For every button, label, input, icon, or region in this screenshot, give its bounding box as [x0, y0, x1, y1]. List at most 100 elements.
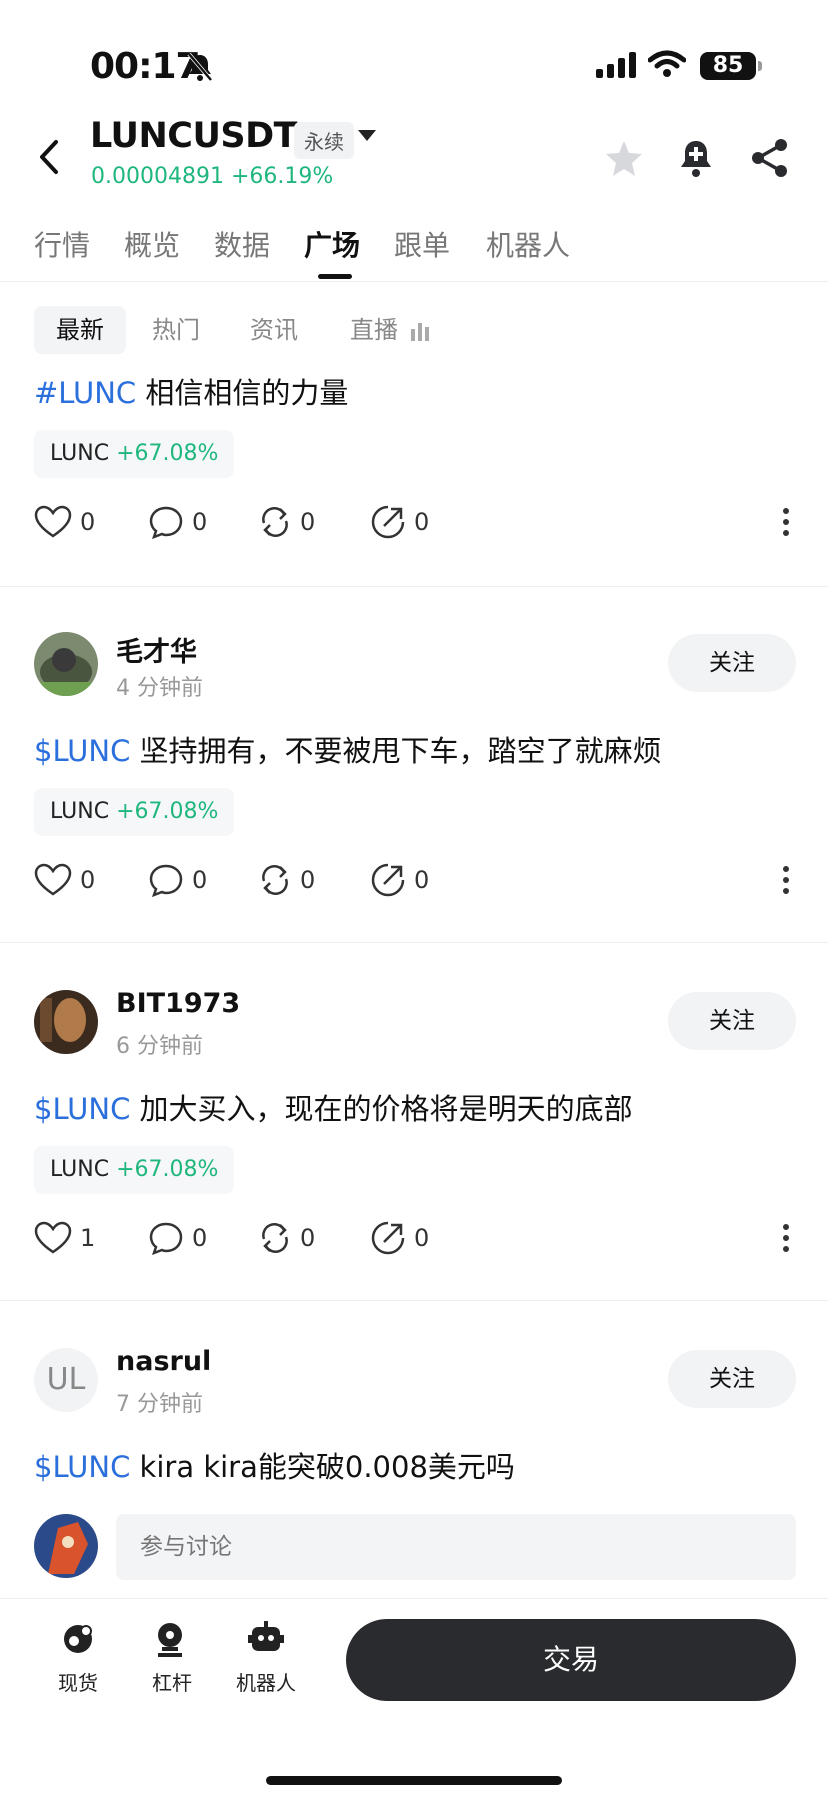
- post-body: 加大买入，现在的价格将是明天的底部: [130, 1092, 633, 1126]
- repost-button[interactable]: 0: [258, 1218, 315, 1258]
- share-arrow-icon: [371, 505, 405, 539]
- signal-icon: [596, 52, 636, 78]
- subtab-news[interactable]: 资讯: [250, 306, 298, 354]
- post-hashtag[interactable]: #LUNC: [34, 376, 136, 410]
- share-post-button[interactable]: 0: [370, 860, 429, 900]
- coin-chip[interactable]: LUNC +67.08%: [34, 1146, 235, 1194]
- subtab-latest[interactable]: 最新: [34, 306, 126, 354]
- status-bar: 00:17 85: [0, 0, 828, 120]
- last-price: 0.00004891: [91, 164, 224, 189]
- like-button[interactable]: 0: [34, 502, 95, 542]
- tab-market[interactable]: 行情: [34, 224, 90, 264]
- like-count: 1: [80, 1224, 96, 1252]
- perpetual-badge: 永续: [294, 122, 354, 159]
- chip-coin: LUNC: [50, 441, 110, 466]
- avatar[interactable]: [34, 990, 98, 1054]
- share-count: 0: [414, 1224, 430, 1252]
- status-time: 00:17: [90, 46, 201, 87]
- like-button[interactable]: 1: [34, 1218, 95, 1258]
- repost-count: 0: [300, 508, 316, 536]
- back-icon[interactable]: [30, 134, 70, 180]
- leverage-icon: [158, 1623, 182, 1657]
- post-body: kira kira能突破0.008美元吗: [130, 1450, 515, 1484]
- wifi-icon: [648, 50, 686, 77]
- repost-button[interactable]: 0: [258, 860, 315, 900]
- comment-button[interactable]: 0: [148, 502, 207, 542]
- more-options-icon[interactable]: [776, 506, 796, 538]
- subtab-hot[interactable]: 热门: [152, 306, 200, 354]
- like-button[interactable]: 0: [34, 860, 95, 900]
- bot-label: 机器人: [236, 1671, 296, 1695]
- heart-icon: [34, 863, 72, 896]
- coin-chip[interactable]: LUNC +67.08%: [34, 788, 235, 836]
- share-icon[interactable]: [748, 136, 792, 180]
- avatar[interactable]: UL: [34, 1348, 98, 1412]
- avatar[interactable]: [34, 632, 98, 696]
- post-actions: 1 0 0 0: [0, 1218, 828, 1258]
- share-count: 0: [414, 508, 430, 536]
- tab-square[interactable]: 广场: [304, 224, 360, 264]
- price-alert-icon[interactable]: [674, 136, 718, 180]
- comment-icon: [149, 864, 183, 897]
- post-cashtag[interactable]: $LUNC: [34, 734, 130, 768]
- post-text[interactable]: #LUNC 相信相信的力量: [34, 370, 348, 412]
- trade-button[interactable]: 交易: [346, 1619, 796, 1701]
- post-divider: [0, 1300, 828, 1301]
- battery-indicator: 85: [700, 52, 756, 80]
- robot-icon: [248, 1621, 284, 1651]
- leverage-button[interactable]: 杠杆: [132, 1619, 212, 1696]
- more-options-icon[interactable]: [776, 1222, 796, 1254]
- spot-button[interactable]: 现货: [38, 1619, 118, 1696]
- post-body: 相信相信的力量: [136, 376, 349, 410]
- chip-change: +67.08%: [116, 799, 219, 824]
- comment-button[interactable]: 0: [148, 1218, 207, 1258]
- chip-change: +67.08%: [116, 441, 219, 466]
- repost-button[interactable]: 0: [258, 502, 315, 542]
- subtab-live[interactable]: 直播: [350, 306, 430, 354]
- comment-icon: [149, 506, 183, 539]
- spot-icon: [64, 1625, 92, 1653]
- chip-change: +67.08%: [116, 1157, 219, 1182]
- post-text[interactable]: $LUNC 坚持拥有，不要被甩下车，踏空了就麻烦: [34, 728, 662, 770]
- comment-bar: [0, 1504, 828, 1594]
- repost-count: 0: [300, 1224, 316, 1252]
- comment-count: 0: [192, 1224, 208, 1252]
- tab-bots[interactable]: 机器人: [486, 224, 570, 264]
- coin-chip[interactable]: LUNC +67.08%: [34, 430, 235, 478]
- pair-dropdown-icon[interactable]: [358, 130, 376, 141]
- home-indicator[interactable]: [266, 1776, 562, 1785]
- author-name[interactable]: nasrul: [116, 1346, 211, 1377]
- repost-icon: [262, 1223, 288, 1253]
- tab-overview[interactable]: 概览: [124, 224, 180, 264]
- pair-name[interactable]: LUNCUSDT: [90, 116, 298, 156]
- comment-count: 0: [192, 508, 208, 536]
- share-post-button[interactable]: 0: [370, 1218, 429, 1258]
- more-options-icon[interactable]: [776, 864, 796, 896]
- author-name[interactable]: 毛才华: [116, 630, 197, 669]
- post-text[interactable]: $LUNC kira kira能突破0.008美元吗: [34, 1444, 515, 1486]
- author-name[interactable]: BIT1973: [116, 988, 240, 1019]
- leverage-label: 杠杆: [152, 1671, 192, 1695]
- tab-data[interactable]: 数据: [214, 224, 270, 264]
- follow-button[interactable]: 关注: [668, 634, 796, 692]
- discussion-input[interactable]: [116, 1514, 796, 1580]
- pair-header: LUNCUSDT 永续 0.00004891 +66.19%: [0, 112, 828, 202]
- post-text[interactable]: $LUNC 加大买入，现在的价格将是明天的底部: [34, 1086, 633, 1128]
- comment-button[interactable]: 0: [148, 860, 207, 900]
- tab-copy-trading[interactable]: 跟单: [394, 224, 450, 264]
- post-time: 4 分钟前: [116, 676, 203, 701]
- follow-button[interactable]: 关注: [668, 992, 796, 1050]
- bot-button[interactable]: 机器人: [226, 1619, 306, 1696]
- favorite-star-icon[interactable]: [602, 136, 646, 180]
- heart-icon: [34, 505, 72, 538]
- post-cashtag[interactable]: $LUNC: [34, 1450, 130, 1484]
- post-divider: [0, 942, 828, 943]
- follow-button[interactable]: 关注: [668, 1350, 796, 1408]
- battery-tip: [758, 61, 762, 71]
- comment-count: 0: [192, 866, 208, 894]
- share-post-button[interactable]: 0: [370, 502, 429, 542]
- post-cashtag[interactable]: $LUNC: [34, 1092, 130, 1126]
- repost-icon: [262, 865, 288, 895]
- my-avatar[interactable]: [34, 1514, 98, 1578]
- chip-coin: LUNC: [50, 799, 110, 824]
